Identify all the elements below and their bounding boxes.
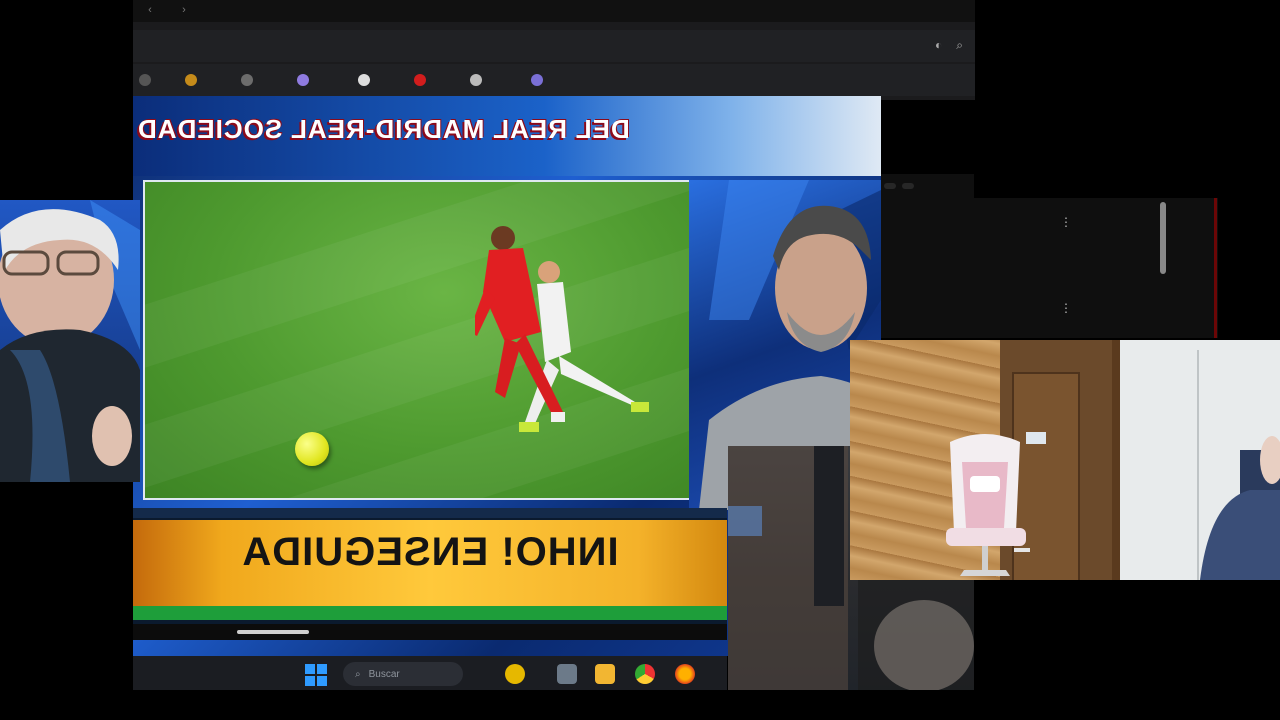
search-icon: ⌕: [355, 668, 361, 680]
player-red-kit: [475, 226, 565, 422]
bookmark-item[interactable]: [470, 74, 517, 86]
windows-taskbar: ⌕ Buscar: [133, 656, 727, 690]
bookmark-favicon-icon: [185, 74, 198, 86]
profile-icon[interactable]: ◐: [935, 38, 942, 53]
accent-edge: [1214, 198, 1217, 338]
file-explorer-icon[interactable]: [595, 664, 615, 684]
lower-third-text: INHO! ENSEGUIDA: [241, 530, 619, 574]
address-bar[interactable]: ◐ ⌕: [133, 30, 975, 62]
more-options-icon[interactable]: ⋮: [1060, 302, 1072, 314]
broadcast-banner: DEL REAL MADRID-REAL SOCIEDAD: [133, 96, 881, 176]
bookmark-item[interactable]: [531, 74, 573, 86]
bookmark-item[interactable]: [139, 74, 171, 86]
person-partial: [1200, 436, 1280, 580]
address-bar-icons: ◐ ⌕: [935, 38, 963, 53]
bookmark-item[interactable]: [358, 74, 400, 86]
webcam-feed: [850, 340, 1280, 580]
youtube-filter-chips: [878, 174, 974, 198]
bookmark-item[interactable]: [297, 74, 344, 86]
studio-host-person: [0, 200, 140, 482]
scrollbar[interactable]: [1160, 202, 1166, 274]
bookmark-favicon-icon: [414, 74, 427, 86]
bookmark-favicon-icon: [531, 74, 544, 86]
progress-thumb[interactable]: [237, 630, 309, 634]
lower-third-graphic: INHO! ENSEGUIDA: [133, 508, 727, 624]
bookmark-item[interactable]: [185, 74, 227, 86]
widgets-icon[interactable]: [505, 664, 525, 684]
browser-window: ‹ › ◐ ⌕: [133, 0, 975, 100]
tab-strip: ‹ ›: [133, 0, 975, 22]
chip[interactable]: [902, 183, 914, 189]
bookmark-favicon-icon: [139, 74, 151, 86]
door-frame: [1112, 340, 1120, 580]
chip[interactable]: [884, 183, 896, 189]
gaming-chair: [946, 434, 1030, 576]
windows-start-icon[interactable]: [305, 664, 327, 686]
bookmark-favicon-icon: [470, 74, 483, 86]
replay-footage: [143, 180, 691, 500]
bookmarks-bar: [133, 64, 975, 96]
screen-bottom-edge: [0, 690, 1280, 720]
taskbar-search[interactable]: ⌕ Buscar: [343, 662, 463, 686]
taskbar-search-label: Buscar: [368, 668, 400, 680]
bookmark-favicon-icon: [297, 74, 310, 86]
bookmark-favicon-icon: [241, 74, 254, 86]
bookmark-item[interactable]: [414, 74, 456, 86]
banner-title: DEL REAL MADRID-REAL SOCIEDAD: [137, 114, 630, 144]
search-icon[interactable]: ⌕: [956, 38, 963, 53]
video-progress-bar[interactable]: [133, 624, 727, 640]
forward-icon[interactable]: ›: [177, 3, 191, 17]
youtube-recommendations: ⋮ ⋮: [878, 198, 1218, 338]
bookmark-item[interactable]: [241, 74, 283, 86]
soccer-ball: [295, 432, 329, 466]
lower-third-top-bar: [133, 508, 727, 518]
studio-host-camera: [0, 200, 140, 482]
task-view-icon[interactable]: [557, 664, 577, 684]
bookmark-favicon-icon: [358, 74, 371, 86]
chrome-icon[interactable]: [635, 664, 655, 684]
firefox-icon[interactable]: [675, 664, 695, 684]
lower-third-green-bar: [133, 606, 727, 620]
back-icon[interactable]: ‹: [143, 3, 157, 17]
more-options-icon[interactable]: ⋮: [1060, 216, 1072, 228]
